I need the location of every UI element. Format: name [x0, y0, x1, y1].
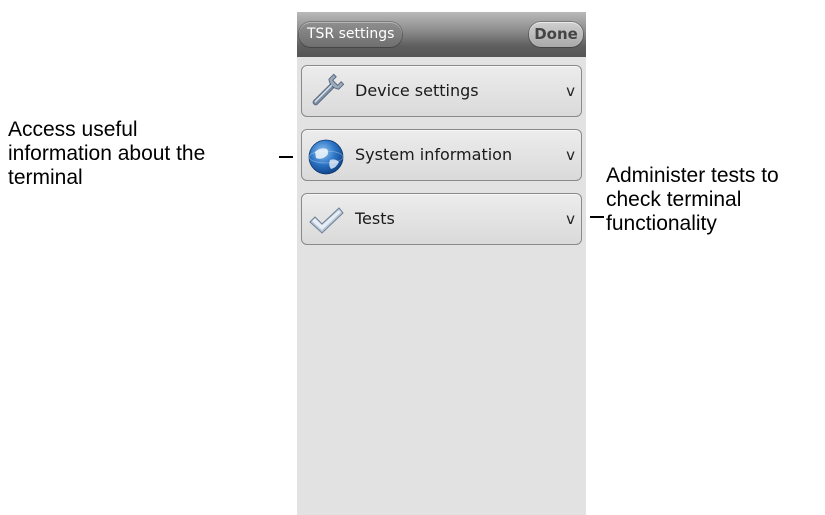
menu-item-device-settings[interactable]: Device settings v	[301, 65, 582, 117]
back-button[interactable]: TSR settings	[299, 22, 403, 47]
callout-line-text: information about the	[8, 142, 206, 165]
device-screen: TSR settings Done Device settings v Syst…	[297, 12, 586, 515]
callout-line-text: Access useful	[8, 118, 138, 141]
chevron-down-icon: v	[566, 210, 575, 228]
callout-leader-line	[279, 156, 293, 158]
callout-leader-line	[590, 216, 604, 218]
callout-system-information: Access useful information about the term…	[8, 118, 278, 190]
callout-tests: Administer tests to check terminal funct…	[606, 164, 824, 236]
callout-line-text: terminal	[8, 166, 83, 189]
chevron-down-icon: v	[566, 82, 575, 100]
chevron-down-icon: v	[566, 146, 575, 164]
globe-icon	[306, 136, 346, 176]
done-button[interactable]: Done	[529, 22, 583, 47]
callout-line-text: Administer tests to	[606, 164, 779, 187]
wrench-icon	[306, 72, 346, 112]
item-label: Tests	[355, 209, 395, 228]
callout-line-text: functionality	[606, 212, 717, 235]
item-label: System information	[355, 145, 513, 164]
menu-item-tests[interactable]: Tests v	[301, 193, 582, 245]
item-label: Device settings	[355, 81, 479, 100]
checkmark-icon	[306, 200, 346, 240]
callout-line-text: check terminal	[606, 188, 742, 211]
title-bar: TSR settings Done	[297, 12, 586, 57]
menu-item-system-information[interactable]: System information v	[301, 129, 582, 181]
